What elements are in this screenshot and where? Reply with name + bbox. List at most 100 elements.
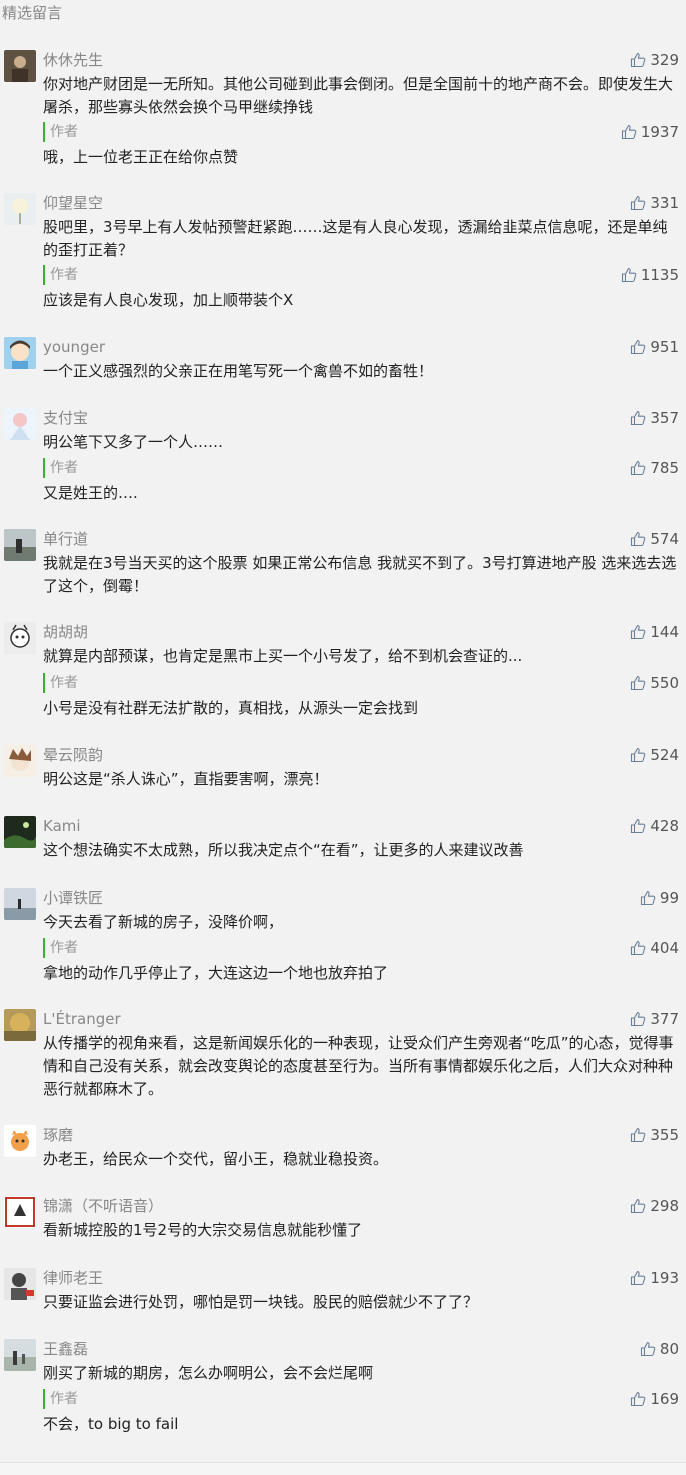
like-button[interactable]: 298 [630,1196,679,1216]
commenter-name: 支付宝 [43,409,89,427]
like-button[interactable]: 550 [630,673,679,693]
thumbs-up-icon [630,52,646,68]
like-button[interactable]: 144 [630,622,679,642]
thumbs-up-icon [640,890,656,906]
avatar[interactable] [4,816,36,848]
comment-text: 明公这是“杀人诛心”，直指要害啊，漂亮！ [43,770,329,788]
comment-text: 就算是内部预谋，也肯定是黑市上买一个小号发了，给不到机会查证的... [43,647,523,665]
thumbs-up-icon [640,1341,656,1357]
like-button[interactable]: 80 [640,1339,679,1359]
avatar[interactable] [4,50,36,82]
commenter-name: Kami [43,817,81,835]
comment-text: 只要证监会进行处罚，哪怕是罚一块钱。股民的赔偿就少不了了？ [43,1293,479,1311]
like-button[interactable]: 169 [630,1389,679,1409]
reply-text: 哦，上一位老王正在给你点赞 [43,148,239,166]
thumbs-up-icon [630,195,646,211]
avatar[interactable] [4,337,36,369]
comment-text: 你对地产财团是一无所知。其他公司碰到此事会倒闭。但是全国前十的地产商不会。即使发… [43,75,674,116]
like-count: 550 [650,674,679,692]
avatar[interactable] [4,1339,36,1371]
like-button[interactable]: 404 [630,938,679,958]
like-button[interactable]: 524 [630,745,679,765]
thumbs-up-icon [630,818,646,834]
thumbs-up-icon [621,267,637,283]
like-count: 355 [650,1126,679,1144]
thumbs-up-icon [630,1127,646,1143]
like-count: 1135 [640,266,679,284]
like-button[interactable]: 355 [630,1125,679,1145]
comment-text: 办老王，给民众一个交代，留小王，稳就业稳投资。 [43,1150,389,1168]
like-count: 331 [650,194,679,212]
like-button[interactable]: 1135 [621,265,679,285]
like-button[interactable]: 785 [630,458,679,478]
author-label: 作者 [43,122,78,142]
like-button[interactable]: 574 [630,529,679,549]
author-label: 作者 [43,673,78,693]
reply-text: 小号是没有社群无法扩散的，真相找，从源头一定会找到 [43,699,419,717]
like-count: 193 [650,1269,679,1287]
commenter-name: 单行道 [43,530,89,548]
like-button[interactable]: 357 [630,408,679,428]
avatar[interactable] [4,408,36,440]
comment-text: 股吧里，3号早上有人发帖预警赶紧跑……这是有人良心发现，透漏给韭菜点信息呢，还是… [43,218,668,259]
author-label: 作者 [43,1389,78,1409]
like-count: 99 [659,889,679,907]
commenter-name: younger [43,338,105,356]
commenter-name: 律师老王 [43,1269,104,1287]
author-label: 作者 [43,458,78,478]
avatar[interactable] [4,1009,36,1041]
thumbs-up-icon [630,1011,646,1027]
comment-text: 从传播学的视角来看，这是新闻娱乐化的一种表现，让受众们产生旁观者“吃瓜”的心态，… [43,1034,674,1098]
like-button[interactable]: 193 [630,1268,679,1288]
commenter-name: 王鑫磊 [43,1340,89,1358]
thumbs-up-icon [621,124,637,140]
avatar[interactable] [4,1268,36,1300]
like-button[interactable]: 1937 [621,122,679,142]
avatar[interactable] [4,888,36,920]
comment-text: 明公笔下又多了一个人…… [43,433,224,451]
like-button[interactable]: 331 [630,193,679,213]
avatar[interactable] [4,193,36,225]
thumbs-up-icon [630,410,646,426]
avatar[interactable] [4,622,36,654]
like-count: 951 [650,338,679,356]
avatar[interactable] [4,1196,36,1228]
thumbs-up-icon [630,747,646,763]
commenter-name: 休休先生 [43,51,104,69]
like-button[interactable]: 428 [630,816,679,836]
comment-text: 我就是在3号当天买的这个股票 如果正常公布信息 我就买不到了。3号打算进地产股 … [43,554,677,595]
commenter-name: 胡胡胡 [43,623,89,641]
avatar[interactable] [4,745,36,777]
avatar[interactable] [4,1125,36,1157]
bottom-bar [0,1462,686,1475]
thumbs-up-icon [630,675,646,691]
reply-text: 拿地的动作几乎停止了，大连这边一个地也放弃拍了 [43,964,389,982]
like-count: 298 [650,1197,679,1215]
like-count: 144 [650,623,679,641]
like-button[interactable]: 377 [630,1009,679,1029]
reply-text: 应该是有人良心发现，加上顺带装个X [43,291,294,309]
like-count: 1937 [640,123,679,141]
like-count: 574 [650,530,679,548]
like-count: 357 [650,409,679,427]
like-count: 377 [650,1010,679,1028]
comment-text: 一个正义感强烈的父亲正在用笔写死一个禽兽不如的畜牲！ [43,362,434,380]
commenter-name: L'Étranger [43,1010,121,1028]
commenter-name: 小谭铁匠 [43,889,104,907]
like-count: 785 [650,459,679,477]
like-count: 80 [659,1340,679,1358]
avatar[interactable] [4,529,36,561]
commenter-name: 仰望星空 [43,194,104,212]
section-title: 精选留言 [2,4,63,22]
like-count: 404 [650,939,679,957]
author-label: 作者 [43,938,78,958]
thumbs-up-icon [630,624,646,640]
like-button[interactable]: 951 [630,337,679,357]
thumbs-up-icon [630,940,646,956]
like-count: 169 [650,1390,679,1408]
like-button[interactable]: 99 [640,888,679,908]
like-button[interactable]: 329 [630,50,679,70]
commenter-name: 锦潇（不听语音） [43,1197,164,1215]
thumbs-up-icon [630,531,646,547]
like-count: 428 [650,817,679,835]
